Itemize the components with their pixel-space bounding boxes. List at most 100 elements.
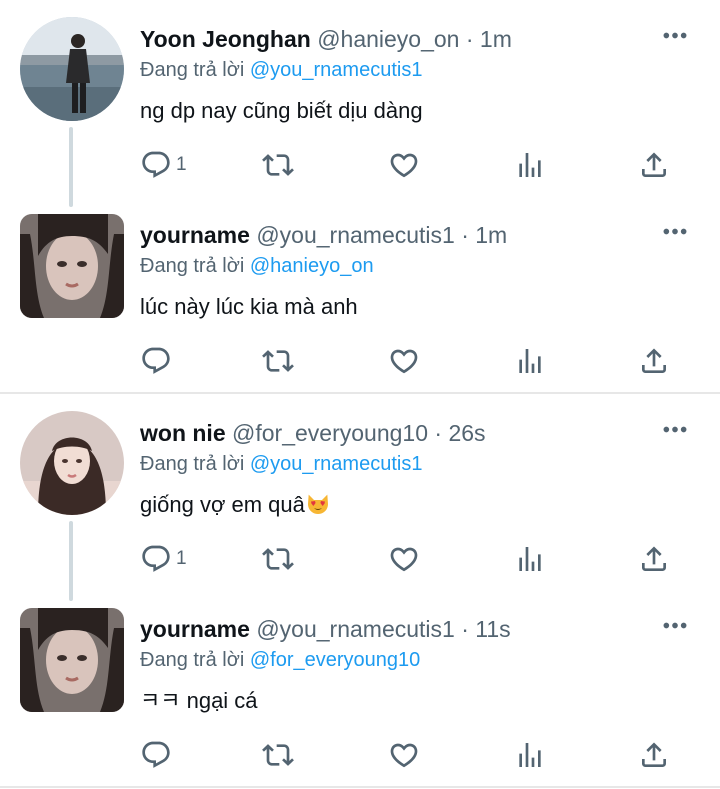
avatar-photo-portrait <box>20 608 124 712</box>
tweet-actions: 1 <box>140 148 680 182</box>
replying-to: Đang trả lời @you_rnamecutis1 <box>140 56 422 84</box>
like-button[interactable] <box>388 344 420 378</box>
reply-icon <box>140 345 172 377</box>
like-button[interactable] <box>388 542 420 576</box>
avatar-photo-portrait <box>20 214 124 318</box>
tweet-header: yourname @you_rnamecutis1 · 1m <box>140 220 507 250</box>
tweet-body: giống vợ em quâ <box>140 490 330 520</box>
share-icon <box>638 543 670 575</box>
timestamp[interactable]: · 1m <box>466 26 512 52</box>
reply-button[interactable]: 1 <box>140 148 187 182</box>
retweet-button[interactable] <box>262 738 294 772</box>
tweet-text: lúc này lúc kia mà anh <box>140 294 358 319</box>
replying-to-label: Đang trả lời <box>140 59 245 81</box>
views-icon <box>514 345 546 377</box>
tweet-text: ㅋㅋ ngại cá <box>140 688 258 713</box>
display-name[interactable]: yourname <box>140 222 250 248</box>
replying-to: Đang trả lời @hanieyo_on <box>140 252 374 280</box>
more-button[interactable] <box>660 612 690 638</box>
share-button[interactable] <box>638 344 670 378</box>
tweet[interactable]: yourname @you_rnamecutis1 · 1m Đang trả … <box>0 196 720 392</box>
more-icon <box>662 621 688 630</box>
replying-to: Đang trả lời @for_everyoung10 <box>140 646 420 674</box>
more-button[interactable] <box>660 416 690 442</box>
reply-icon <box>140 149 172 181</box>
user-handle[interactable]: @you_rnamecutis1 <box>256 222 455 248</box>
reply-button[interactable] <box>140 738 176 772</box>
share-button[interactable] <box>638 542 670 576</box>
retweet-button[interactable] <box>262 542 294 576</box>
reply-button[interactable] <box>140 344 176 378</box>
views-button[interactable] <box>514 738 546 772</box>
tweet-actions: 1 <box>140 542 680 576</box>
reply-count: 1 <box>176 154 187 175</box>
retweet-button[interactable] <box>262 148 294 182</box>
replying-to-handle[interactable]: @you_rnamecutis1 <box>250 453 423 475</box>
replying-to-label: Đang trả lời <box>140 649 245 671</box>
tweet-header: won nie @for_everyoung10 · 26s <box>140 418 486 448</box>
retweet-icon <box>262 543 294 575</box>
tweet[interactable]: yourname @you_rnamecutis1 · 11s Đang trả… <box>0 590 720 786</box>
like-icon <box>388 345 420 377</box>
reply-icon <box>140 543 172 575</box>
replying-to-handle[interactable]: @hanieyo_on <box>250 255 374 277</box>
replying-to-label: Đang trả lời <box>140 255 245 277</box>
tweet-text: giống vợ em quâ <box>140 492 305 517</box>
share-button[interactable] <box>638 148 670 182</box>
display-name[interactable]: Yoon Jeonghan <box>140 26 311 52</box>
like-icon <box>388 739 420 771</box>
share-icon <box>638 345 670 377</box>
timestamp[interactable]: · 1m <box>461 222 507 248</box>
like-icon <box>388 149 420 181</box>
user-handle[interactable]: @hanieyo_on <box>317 26 459 52</box>
replying-to: Đang trả lời @you_rnamecutis1 <box>140 450 422 478</box>
views-button[interactable] <box>514 344 546 378</box>
tweet-header: yourname @you_rnamecutis1 · 11s <box>140 614 511 644</box>
retweet-icon <box>262 345 294 377</box>
more-icon <box>662 31 688 40</box>
more-button[interactable] <box>660 22 690 48</box>
reply-count: 1 <box>176 548 187 569</box>
share-icon <box>638 739 670 771</box>
views-icon <box>514 149 546 181</box>
avatar[interactable] <box>20 214 124 318</box>
replying-to-label: Đang trả lời <box>140 453 245 475</box>
retweet-icon <box>262 149 294 181</box>
avatar[interactable] <box>20 411 124 515</box>
display-name[interactable]: won nie <box>140 420 226 446</box>
retweet-button[interactable] <box>262 344 294 378</box>
tweet-text: ng dp nay cũng biết dịu dàng <box>140 98 423 123</box>
more-icon <box>662 227 688 236</box>
avatar[interactable] <box>20 608 124 712</box>
thread-line <box>69 521 73 601</box>
thread-line <box>69 127 73 207</box>
replying-to-handle[interactable]: @for_everyoung10 <box>250 649 420 671</box>
share-button[interactable] <box>638 738 670 772</box>
reply-button[interactable]: 1 <box>140 542 187 576</box>
avatar-photo-girl <box>20 411 124 515</box>
more-icon <box>662 425 688 434</box>
reply-icon <box>140 739 172 771</box>
tweet-header: Yoon Jeonghan @hanieyo_on · 1m <box>140 24 512 54</box>
tweet[interactable]: Yoon Jeonghan @hanieyo_on · 1m Đang trả … <box>0 0 720 207</box>
tweet-actions <box>140 344 680 378</box>
like-icon <box>388 543 420 575</box>
views-button[interactable] <box>514 542 546 576</box>
user-handle[interactable]: @for_everyoung10 <box>232 420 428 446</box>
more-button[interactable] <box>660 218 690 244</box>
heart-eyes-cat-emoji <box>307 494 328 514</box>
like-button[interactable] <box>388 738 420 772</box>
avatar[interactable] <box>20 17 124 121</box>
timestamp[interactable]: · 11s <box>461 616 510 642</box>
user-handle[interactable]: @you_rnamecutis1 <box>256 616 455 642</box>
tweet[interactable]: won nie @for_everyoung10 · 26s Đang trả … <box>0 394 720 601</box>
views-button[interactable] <box>514 148 546 182</box>
replying-to-handle[interactable]: @you_rnamecutis1 <box>250 59 423 81</box>
views-icon <box>514 543 546 575</box>
avatar-photo-lake <box>20 17 124 121</box>
display-name[interactable]: yourname <box>140 616 250 642</box>
timestamp[interactable]: · 26s <box>434 420 485 446</box>
like-button[interactable] <box>388 148 420 182</box>
retweet-icon <box>262 739 294 771</box>
tweet-actions <box>140 738 680 772</box>
